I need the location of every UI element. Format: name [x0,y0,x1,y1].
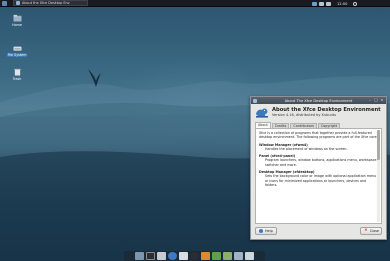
about-content: Xfce is a collection of programs that to… [255,128,382,224]
show-desktop-icon[interactable] [135,252,144,260]
settings-icon[interactable] [201,252,210,260]
version-text: Version 4.16, distributed by Xubuntu [272,113,337,117]
close-icon[interactable]: × [380,98,384,102]
volume-icon[interactable] [319,1,324,6]
dialog-titlebar[interactable]: About The Xfce Desktop Environment – □ × [251,97,386,104]
desktop-icon-label: Home [12,23,22,27]
notifications-icon[interactable] [326,1,331,6]
desktop-icon-label: File System [6,53,28,57]
close-button[interactable]: × Close [360,227,382,235]
trash-icon[interactable] [245,252,254,260]
taskbar-window-button[interactable]: About the Xfce Desktop Env [13,0,88,6]
applications-menu-icon[interactable] [2,1,7,6]
scrollbar-thumb[interactable] [377,130,380,160]
dialog-title: About The Xfce Desktop Environment [284,98,353,103]
bottom-dock [124,251,265,261]
content-scrollbar[interactable] [377,130,380,222]
about-xfce-dialog: About The Xfce Desktop Environment – □ ×… [250,96,387,240]
help-button-label: Help [265,229,273,233]
system-tray: 12:00 [312,0,358,7]
top-panel: About the Xfce Desktop Env 12:00 [0,0,390,7]
close-icon: × [364,228,368,233]
section-description: Program launchers, window buttons, appli… [265,158,377,167]
section-description: Handles the placement of windows on the … [265,146,348,151]
maximize-icon[interactable]: □ [374,98,378,102]
image-icon[interactable] [212,252,221,260]
intro-text: Xfce is a collection of programs that to… [259,131,378,140]
help-icon [259,229,263,233]
close-button-label: Close [369,229,380,233]
power-icon[interactable] [353,1,358,6]
dialog-header: About the Xfce Desktop Environment Versi… [251,104,386,120]
file-manager-icon[interactable] [157,252,166,260]
desktop-icon-home[interactable]: Home [6,14,28,27]
minimize-icon[interactable]: – [368,98,372,102]
desktop-icon-label: Trash [12,77,22,81]
home-folder-icon [13,14,21,22]
trash-icon [13,68,21,76]
section-description: Sets the background color or image with … [265,174,377,187]
web-browser-icon[interactable] [168,252,177,260]
network-icon[interactable] [312,1,317,6]
desktop-icon-file-system[interactable]: File System [6,44,28,57]
drive-icon [13,46,21,51]
media-icon[interactable] [223,252,232,260]
help-button[interactable]: Help [255,227,277,235]
xfce-window-icon [16,1,20,5]
folder-icon[interactable] [234,252,243,260]
desktop-icon-trash[interactable]: Trash [6,68,28,81]
xfce-logo-icon [256,108,268,118]
taskbar-window-label: About the Xfce Desktop Env [22,1,70,5]
terminal-icon[interactable] [146,252,155,260]
clock[interactable]: 12:00 [337,2,347,6]
app-finder-icon[interactable] [190,252,199,260]
mail-icon[interactable] [179,252,188,260]
